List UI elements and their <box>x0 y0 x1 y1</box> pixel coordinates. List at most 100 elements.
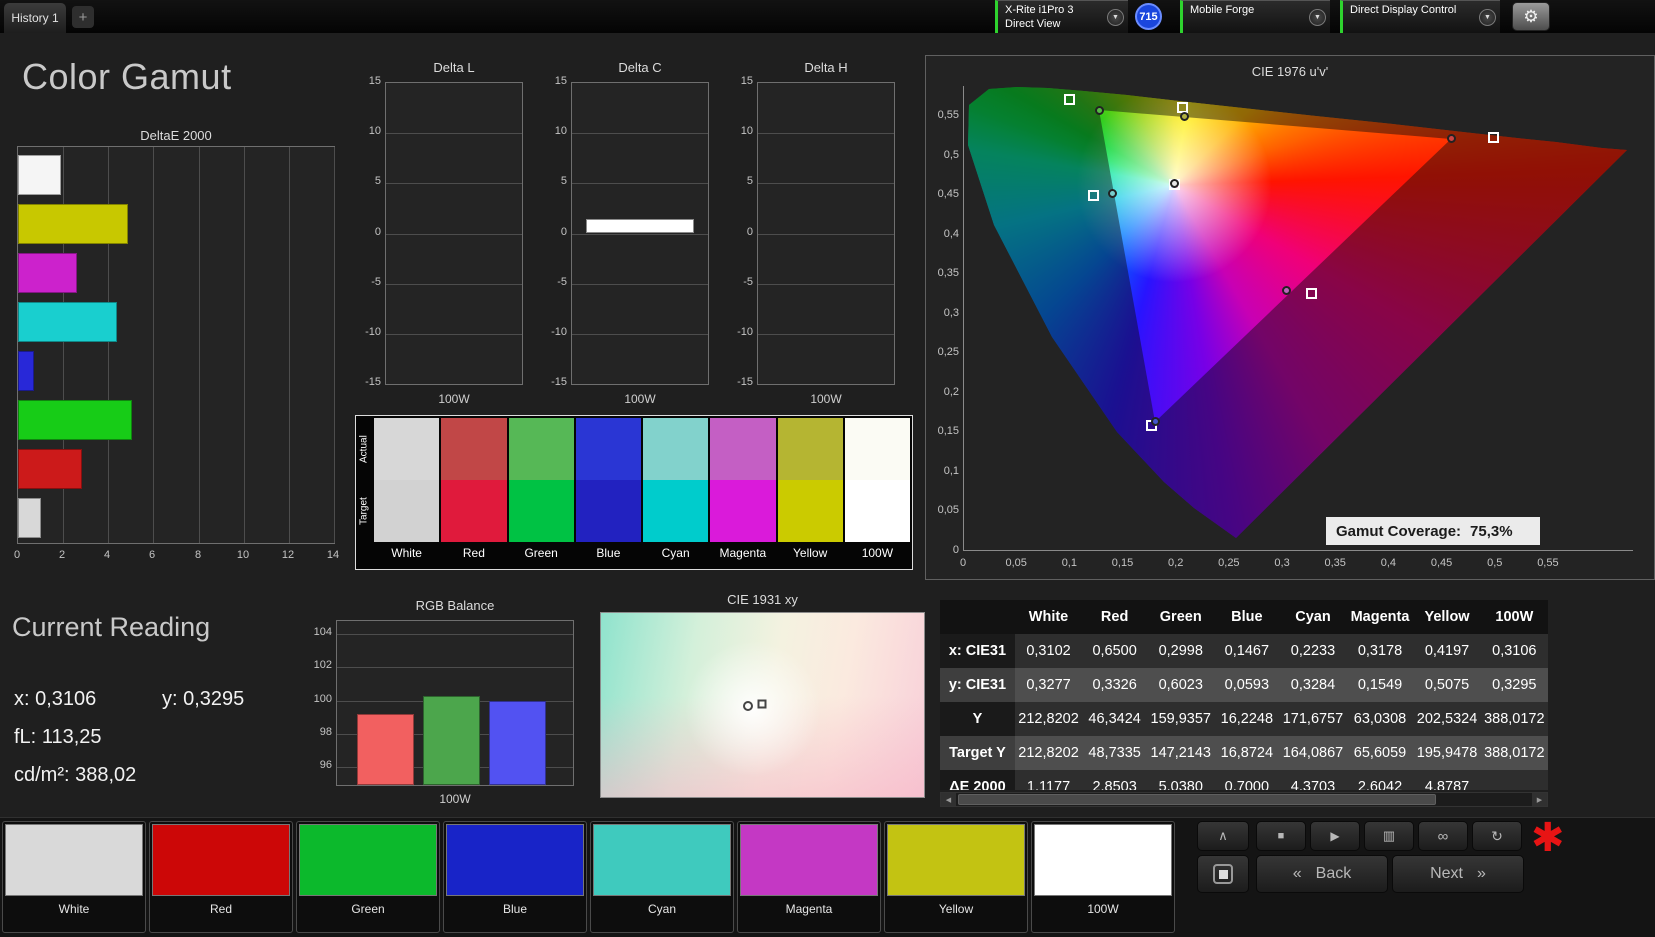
top-bar: History 1 + X-Rite i1Pro 3 Direct View ▼… <box>0 0 1655 33</box>
actual-swatch <box>374 418 440 480</box>
history-tab[interactable]: History 1 <box>4 3 66 33</box>
row-label: Y <box>940 702 1015 736</box>
calman-window: History 1 + X-Rite i1Pro 3 Direct View ▼… <box>0 0 1655 937</box>
deltae-bar-green <box>18 400 132 440</box>
pattern-window-button[interactable] <box>1197 855 1249 893</box>
display-control-dropdown[interactable]: Direct Display Control ▼ <box>1340 0 1500 33</box>
patch-button-green[interactable]: Green <box>296 821 440 933</box>
patch-color <box>446 824 584 896</box>
swatch-label: 100W <box>861 546 894 560</box>
scrollbar-thumb[interactable] <box>958 794 1436 805</box>
gridline <box>337 667 573 668</box>
swatch-column-magenta: Magenta <box>710 418 776 567</box>
table-cell: 388,0172 <box>1480 736 1548 770</box>
refresh-button[interactable]: ↻ <box>1472 821 1522 851</box>
next-button[interactable]: Next » <box>1392 855 1524 893</box>
table-scrollbar[interactable]: ◀ ▶ <box>940 792 1548 807</box>
swatch-column-blue: Blue <box>575 418 641 567</box>
table-cell: 2,8503 <box>1082 770 1148 790</box>
cie-x-tick: 0,5 <box>1487 557 1503 569</box>
infinity-icon: ∞ <box>1437 827 1449 845</box>
pattern-source-dropdown[interactable]: Mobile Forge ▼ <box>1180 0 1330 33</box>
swatch-column-100w: 100W <box>844 418 910 567</box>
y-tick-label: 104 <box>313 626 332 638</box>
levels-button[interactable]: ▥ <box>1364 821 1414 851</box>
y-tick-label: -15 <box>365 376 381 388</box>
patch-label: 100W <box>1087 902 1119 916</box>
table-row: Y 212,8202 46,3424 159,9357 16,2248 171,6757 6… <box>940 702 1548 736</box>
meter-dropdown[interactable]: X-Rite i1Pro 3 Direct View ▼ <box>995 0 1128 33</box>
stop-button[interactable]: ■ <box>1256 821 1306 851</box>
gridline <box>572 284 708 285</box>
delta-c-plot <box>571 82 709 385</box>
back-button[interactable]: « Back <box>1256 855 1388 893</box>
patch-color <box>593 824 731 896</box>
patch-label: Magenta <box>785 902 833 916</box>
chevron-down-icon[interactable]: ▼ <box>1479 9 1496 26</box>
actual-swatch <box>844 418 910 480</box>
delta-l-yticks: 15 10 5 0 -5 -10 -15 <box>355 60 381 420</box>
table-cell: 4,3703 <box>1279 770 1347 790</box>
y-tick-label: 10 <box>554 125 567 137</box>
patch-button-cyan[interactable]: Cyan <box>590 821 734 933</box>
x-tick-label: 12 <box>281 549 295 561</box>
add-tab-button[interactable]: + <box>72 6 94 28</box>
swatch-label: Blue <box>596 546 621 560</box>
chevron-down-icon[interactable]: ▼ <box>1107 9 1124 26</box>
patch-button-100w[interactable]: 100W <box>1031 821 1175 933</box>
cie-y-tick: 0,1 <box>943 464 959 477</box>
cie-x-tick: 0,35 <box>1324 557 1346 569</box>
delta-h-chart: Delta H 15 10 5 0 -5 -10 -15 100W <box>727 60 897 420</box>
x-tick-label: 4 <box>103 549 111 561</box>
x-tick-label: 0 <box>13 549 21 561</box>
measured-marker-yellow <box>1179 112 1189 122</box>
patch-label: Yellow <box>938 902 974 916</box>
gamut-coverage-label: Gamut Coverage: <box>1336 522 1462 540</box>
cie-xy-panel: CIE 1931 xy <box>600 592 925 804</box>
back-button-label: Back <box>1315 865 1352 882</box>
deltae-bar-yellow <box>18 204 128 244</box>
target-swatch <box>508 480 574 542</box>
collapse-panel-button[interactable]: ∧ <box>1197 821 1249 851</box>
patch-button-yellow[interactable]: Yellow <box>884 821 1028 933</box>
cie-y-tick: 0,2 <box>943 385 959 398</box>
actual-row-label: Actual <box>358 435 370 463</box>
chevron-down-icon[interactable]: ▼ <box>1309 9 1326 26</box>
settings-button[interactable]: ⚙ <box>1512 2 1550 31</box>
play-button[interactable]: ▶ <box>1310 821 1360 851</box>
deltae-bar-cyan <box>18 302 117 342</box>
table-cell: 147,2143 <box>1147 736 1215 770</box>
y-tick-label: -10 <box>737 326 753 338</box>
patch-button-magenta[interactable]: Magenta <box>737 821 881 933</box>
deltae-chart: DeltaE 2000 0 2 4 6 8 10 12 14 <box>14 128 339 576</box>
y-tick-label: 0 <box>560 226 567 238</box>
cie-y-tick: 0,15 <box>937 425 959 438</box>
y-tick-label: 5 <box>374 175 381 187</box>
gridline <box>758 183 894 184</box>
scroll-left-button[interactable]: ◀ <box>941 793 956 806</box>
table-row: x: CIE31 0,3102 0,6500 0,2998 0,1467 0,2233 0,… <box>940 634 1548 668</box>
meter-name: X-Rite i1Pro 3 <box>1005 4 1074 16</box>
gridline <box>334 147 335 543</box>
patch-button-white[interactable]: White <box>2 821 146 933</box>
actual-swatch <box>643 418 709 480</box>
y-tick-label: -15 <box>737 376 753 388</box>
chevron-right-icon: » <box>1477 865 1486 882</box>
rgb-bar-green <box>423 696 480 785</box>
y-tick-label: 15 <box>554 75 567 87</box>
row-label: Target Y <box>940 736 1015 770</box>
play-icon: ▶ <box>1330 829 1340 843</box>
scroll-right-button[interactable]: ▶ <box>1532 793 1547 806</box>
patch-button-red[interactable]: Red <box>149 821 293 933</box>
continuous-measure-button[interactable]: ∞ <box>1418 821 1468 851</box>
y-tick-label: 15 <box>740 75 753 87</box>
y-tick-label: -15 <box>551 376 567 388</box>
patch-button-blue[interactable]: Blue <box>443 821 587 933</box>
table-cell: 0,3277 <box>1014 668 1083 702</box>
actual-swatch <box>508 418 574 480</box>
gamut-coverage-readout: Gamut Coverage: 75,3% <box>1326 517 1540 545</box>
swatch-label: White <box>391 546 422 560</box>
target-swatch <box>575 480 641 542</box>
measured-marker-white <box>1170 178 1180 188</box>
meter-mode: Direct View <box>1005 18 1061 30</box>
